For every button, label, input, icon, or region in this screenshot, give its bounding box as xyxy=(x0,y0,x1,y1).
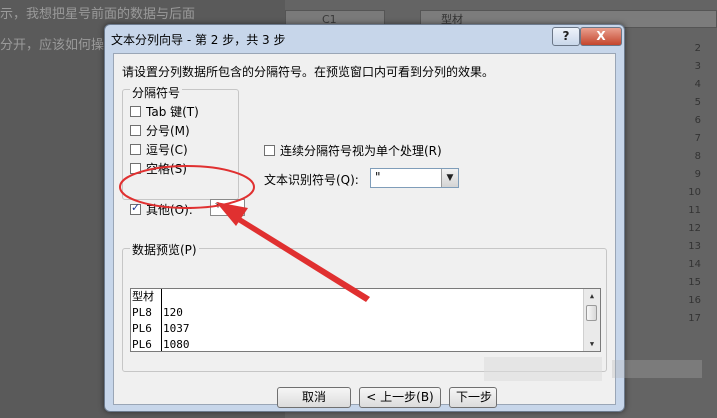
dialog-titlebar[interactable]: 文本分列向导 - 第 2 步，共 3 步 ? X xyxy=(105,25,624,53)
checkbox-space[interactable]: 空格(S) xyxy=(130,160,187,176)
row-number: 10 xyxy=(688,187,701,198)
row-number: 4 xyxy=(694,79,701,90)
row-number: 8 xyxy=(694,151,701,162)
close-button[interactable]: X xyxy=(580,27,622,46)
dialog-title: 文本分列向导 - 第 2 步，共 3 步 xyxy=(111,33,286,47)
preview-cell: PL6 xyxy=(132,338,152,351)
article-line-2: 分开，应该如何操 xyxy=(0,38,105,53)
checkbox-consecutive-label: 连续分隔符号视为单个处理(R) xyxy=(280,143,442,158)
help-button[interactable]: ? xyxy=(552,27,580,46)
row-number: 9 xyxy=(694,169,701,180)
row-number: 2 xyxy=(694,43,701,54)
checkbox-tab-label: Tab 键(T) xyxy=(146,104,199,119)
delimiters-group-label: 分隔符号 xyxy=(130,84,183,101)
article-line-1: 示，我想把星号前面的数据与后面 xyxy=(0,7,196,22)
preview-cell: PL6 xyxy=(132,322,152,335)
checkbox-consecutive[interactable]: 连续分隔符号视为单个处理(R) xyxy=(264,142,442,158)
watermark-faint xyxy=(612,360,702,378)
text-qualifier-select[interactable]: " ▼ xyxy=(370,168,459,188)
checkbox-other-label: 其他(O): xyxy=(146,202,193,217)
row-number: 14 xyxy=(688,259,701,270)
preview-scrollbar[interactable]: ▲ ▼ xyxy=(583,289,600,351)
checkbox-space-box[interactable] xyxy=(130,162,141,174)
checkbox-other-box[interactable] xyxy=(130,201,141,215)
checkbox-semicolon-box[interactable] xyxy=(130,124,141,136)
checkbox-tab-box[interactable] xyxy=(130,105,141,117)
other-delimiter-input[interactable]: * xyxy=(210,199,245,216)
text-qualifier-value: " xyxy=(375,170,381,184)
row-number: 7 xyxy=(694,133,701,144)
cancel-button[interactable]: 取消 xyxy=(277,387,351,408)
row-number: 11 xyxy=(688,205,701,216)
checkbox-semicolon-label: 分号(M) xyxy=(146,123,190,138)
scroll-down-icon[interactable]: ▼ xyxy=(584,337,600,351)
preview-cell: 120 xyxy=(163,306,183,319)
row-number: 15 xyxy=(688,277,701,288)
back-button[interactable]: < 上一步(B) xyxy=(359,387,441,408)
watermark xyxy=(484,357,602,381)
checkbox-comma[interactable]: 逗号(C) xyxy=(130,141,188,157)
checkbox-semicolon[interactable]: 分号(M) xyxy=(130,122,190,138)
dialog-client: 请设置分列数据所包含的分隔符号。在预览窗口内可看到分列的效果。 分隔符号 Tab… xyxy=(113,53,616,408)
scroll-up-icon[interactable]: ▲ xyxy=(584,289,600,303)
checkbox-other[interactable]: 其他(O): xyxy=(130,201,193,217)
checkbox-tab[interactable]: Tab 键(T) xyxy=(130,103,199,119)
row-number: 3 xyxy=(694,61,701,72)
checkbox-space-label: 空格(S) xyxy=(146,161,187,176)
preview-cell: 1037 xyxy=(163,322,190,335)
row-number: 13 xyxy=(688,241,701,252)
preview-group-label: 数据预览(P) xyxy=(130,241,199,258)
preview-cell: PL8 xyxy=(132,306,152,319)
row-number: 6 xyxy=(694,115,701,126)
scroll-thumb[interactable] xyxy=(586,305,597,321)
checkbox-comma-label: 逗号(C) xyxy=(146,142,188,157)
row-number: 12 xyxy=(688,223,701,234)
row-number: 17 xyxy=(688,313,701,324)
data-preview[interactable]: 型材 PL8 120 PL6 1037 PL6 1080 ▲ ▼ xyxy=(130,288,601,352)
chevron-down-icon[interactable]: ▼ xyxy=(441,169,458,187)
checkbox-consecutive-box[interactable] xyxy=(264,144,275,156)
next-button[interactable]: 下一步 xyxy=(449,387,497,408)
instruction-text: 请设置分列数据所包含的分隔符号。在预览窗口内可看到分列的效果。 xyxy=(122,65,495,79)
preview-cell: 型材 xyxy=(132,290,154,303)
checkbox-comma-box[interactable] xyxy=(130,143,141,155)
row-number: 5 xyxy=(694,97,701,108)
column-separator[interactable] xyxy=(161,289,162,351)
text-qualifier-label: 文本识别符号(Q): xyxy=(264,173,359,187)
row-number: 16 xyxy=(688,295,701,306)
text-to-columns-dialog: 文本分列向导 - 第 2 步，共 3 步 ? X 请设置分列数据所包含的分隔符号… xyxy=(104,24,625,412)
row-numbers: 2 3 4 5 6 7 8 9 10 11 12 13 14 15 16 17 xyxy=(688,40,701,328)
preview-cell: 1080 xyxy=(163,338,190,351)
